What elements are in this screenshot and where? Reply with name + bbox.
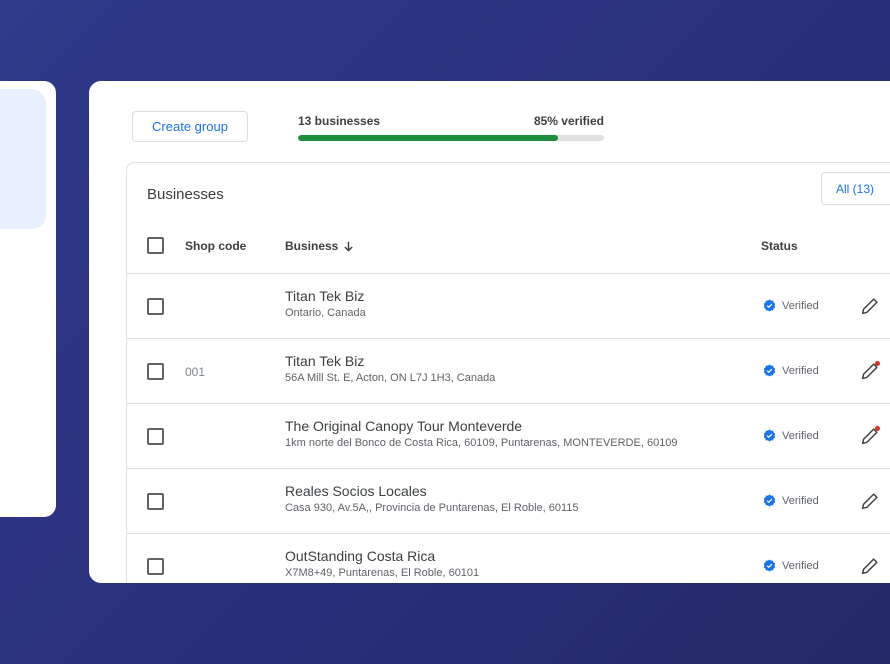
table-row[interactable]: 001 Titan Tek Biz 56A Mill St. E, Acton,… xyxy=(127,339,890,404)
left-panel-selected-item[interactable] xyxy=(0,89,46,229)
row-checkbox[interactable] xyxy=(147,558,164,575)
business-address: 1km norte del Bonco de Costa Rica, 60109… xyxy=(285,437,678,449)
business-address: Casa 930, Av.5A,, Provincia de Puntarena… xyxy=(285,502,579,514)
status-label: Verified xyxy=(782,494,819,507)
progress-track xyxy=(298,135,604,141)
status-badge: Verified xyxy=(763,559,819,572)
status-badge: Verified xyxy=(763,494,819,507)
edit-button[interactable] xyxy=(859,295,881,317)
verified-badge-icon xyxy=(763,364,776,377)
business-name[interactable]: Titan Tek Biz xyxy=(285,353,364,369)
status-label: Verified xyxy=(782,559,819,572)
row-checkbox[interactable] xyxy=(147,363,164,380)
businesses-card: Create group 13 businesses 85% verified … xyxy=(89,81,890,583)
select-all-checkbox[interactable] xyxy=(147,237,164,254)
status-label: Verified xyxy=(782,364,819,377)
edit-button[interactable] xyxy=(859,425,881,447)
business-name[interactable]: Reales Socios Locales xyxy=(285,483,427,499)
table-row[interactable]: Reales Socios Locales Casa 930, Av.5A,, … xyxy=(127,469,890,534)
notification-dot xyxy=(875,361,880,366)
businesses-table: Businesses All (13) Shop code Business S… xyxy=(126,162,890,583)
pencil-icon xyxy=(861,298,878,315)
verified-percent: 85% verified xyxy=(533,114,604,128)
status-badge: Verified xyxy=(763,299,819,312)
verification-progress: 13 businesses 85% verified xyxy=(298,114,604,141)
edit-button[interactable] xyxy=(859,360,881,382)
status-label: Verified xyxy=(782,429,819,442)
business-header-label: Business xyxy=(285,239,339,253)
status-header: Status xyxy=(761,239,798,253)
status-label: Verified xyxy=(782,299,819,312)
create-group-button[interactable]: Create group xyxy=(132,111,248,142)
status-badge: Verified xyxy=(763,364,819,377)
business-address: Ontario, Canada xyxy=(285,307,366,319)
verified-badge-icon xyxy=(763,494,776,507)
row-checkbox[interactable] xyxy=(147,493,164,510)
business-name[interactable]: The Original Canopy Tour Monteverde xyxy=(285,418,522,434)
business-name[interactable]: OutStanding Costa Rica xyxy=(285,548,435,564)
table-row[interactable]: OutStanding Costa Rica X7M8+49, Puntaren… xyxy=(127,534,890,583)
business-header[interactable]: Business xyxy=(285,239,354,253)
shop-code-header: Shop code xyxy=(185,239,247,253)
table-row[interactable]: Titan Tek Biz Ontario, Canada Verified xyxy=(127,274,890,339)
verified-badge-icon xyxy=(763,429,776,442)
filter-all-button[interactable]: All (13) xyxy=(821,172,890,205)
verified-badge-icon xyxy=(763,299,776,312)
table-row[interactable]: The Original Canopy Tour Monteverde 1km … xyxy=(127,404,890,469)
business-name[interactable]: Titan Tek Biz xyxy=(285,288,364,304)
row-checkbox[interactable] xyxy=(147,428,164,445)
left-panel xyxy=(0,81,56,517)
edit-button[interactable] xyxy=(859,555,881,577)
table-title: Businesses xyxy=(147,186,224,203)
arrow-down-icon xyxy=(344,241,354,252)
shop-code: 001 xyxy=(185,365,206,379)
verified-badge-icon xyxy=(763,559,776,572)
pencil-icon xyxy=(861,493,878,510)
business-address: 56A Mill St. E, Acton, ON L7J 1H3, Canad… xyxy=(285,372,496,384)
business-count: 13 businesses xyxy=(298,114,381,128)
status-badge: Verified xyxy=(763,429,819,442)
notification-dot xyxy=(875,426,880,431)
business-address: X7M8+49, Puntarenas, El Roble, 60101 xyxy=(285,567,480,579)
table-header: Shop code Business Status xyxy=(127,218,890,274)
edit-button[interactable] xyxy=(859,490,881,512)
row-checkbox[interactable] xyxy=(147,298,164,315)
progress-fill xyxy=(298,135,559,141)
pencil-icon xyxy=(861,558,878,575)
